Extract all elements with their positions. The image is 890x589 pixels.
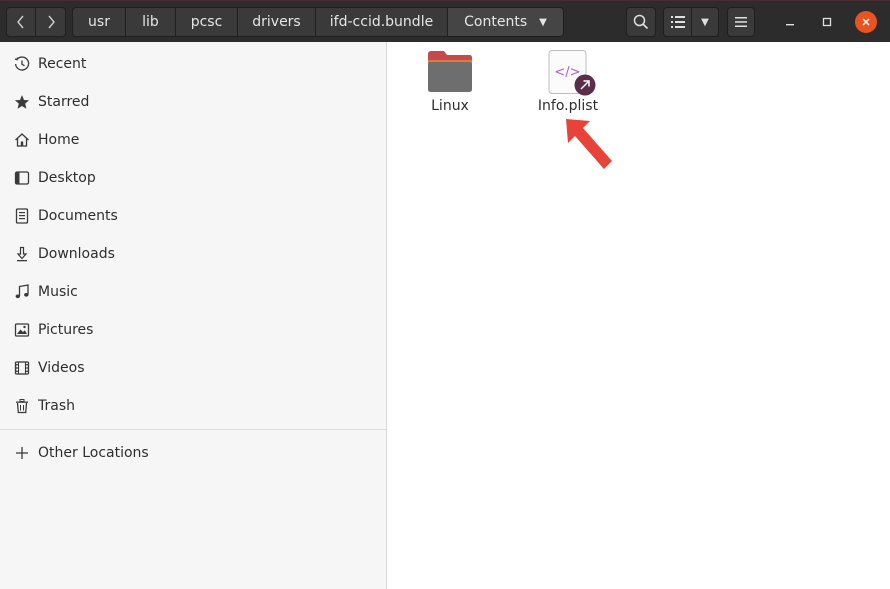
file-name: Linux	[431, 98, 469, 114]
sidebar-item-label: Other Locations	[38, 445, 149, 461]
sidebar-item-music[interactable]: Music	[0, 273, 386, 311]
crumb-pcsc[interactable]: pcsc	[176, 7, 238, 37]
clock-icon	[13, 55, 31, 73]
crumb-label: lib	[142, 14, 159, 30]
crumb-label: ifd-ccid.bundle	[329, 14, 434, 30]
history-nav	[6, 7, 66, 37]
annotation-arrow-icon	[566, 119, 612, 169]
search-button[interactable]	[626, 7, 656, 37]
close-button[interactable]	[855, 11, 877, 33]
file-view: Linux </> Info.plist	[388, 42, 890, 589]
sidebar-item-label: Videos	[38, 360, 85, 376]
video-icon	[13, 359, 31, 377]
star-icon	[13, 93, 31, 111]
view-options-button[interactable]: ▼	[692, 8, 718, 36]
sidebar-item-documents[interactable]: Documents	[0, 197, 386, 235]
list-view-button[interactable]	[664, 8, 692, 36]
sidebar-item-label: Documents	[38, 208, 118, 224]
symlink-arrow-icon	[574, 74, 596, 96]
sidebar-item-label: Music	[38, 284, 78, 300]
sidebar-item-pictures[interactable]: Pictures	[0, 311, 386, 349]
sidebar-item-trash[interactable]: Trash	[0, 387, 386, 425]
search-icon	[633, 14, 649, 30]
forward-button[interactable]	[36, 7, 66, 37]
list-view-icon	[670, 16, 685, 28]
sidebar-item-label: Desktop	[38, 170, 96, 186]
menu-button[interactable]	[727, 7, 755, 37]
sidebar-item-label: Pictures	[38, 322, 94, 338]
chevron-right-icon	[47, 15, 55, 29]
maximize-icon	[822, 17, 832, 27]
crumb-label: drivers	[252, 14, 301, 30]
places-sidebar: Recent Starred Home Desktop Documents Do…	[0, 42, 387, 589]
crumb-contents[interactable]: Contents ▼	[448, 7, 564, 37]
crumb-drivers[interactable]: drivers	[238, 7, 316, 37]
sidebar-item-label: Recent	[38, 56, 87, 72]
sidebar-item-label: Downloads	[38, 246, 115, 262]
sidebar-item-recent[interactable]: Recent	[0, 45, 386, 83]
music-icon	[13, 283, 31, 301]
sidebar-item-label: Starred	[38, 94, 90, 110]
crumb-label: usr	[88, 14, 110, 30]
folder-icon	[428, 51, 472, 92]
trash-icon	[13, 397, 31, 415]
file-item-info-plist[interactable]: </> Info.plist	[518, 50, 618, 114]
close-icon	[862, 18, 870, 26]
sidebar-item-label: Trash	[38, 398, 75, 414]
crumb-label: pcsc	[190, 14, 223, 30]
crumb-usr[interactable]: usr	[72, 7, 126, 37]
desktop-icon	[13, 169, 31, 187]
sidebar-item-desktop[interactable]: Desktop	[0, 159, 386, 197]
file-item-linux[interactable]: Linux	[400, 50, 500, 114]
minimize-button[interactable]	[777, 9, 803, 35]
sidebar-item-downloads[interactable]: Downloads	[0, 235, 386, 273]
view-toggle-group: ▼	[663, 7, 719, 37]
plus-icon	[13, 444, 31, 462]
crumb-ifd-ccid-bundle[interactable]: ifd-ccid.bundle	[316, 7, 448, 37]
sidebar-item-videos[interactable]: Videos	[0, 349, 386, 387]
sidebar-item-home[interactable]: Home	[0, 121, 386, 159]
maximize-button[interactable]	[814, 9, 840, 35]
file-name: Info.plist	[537, 98, 599, 114]
crumb-lib[interactable]: lib	[126, 7, 176, 37]
sidebar-item-other-locations[interactable]: Other Locations	[0, 434, 386, 472]
minimize-icon	[786, 24, 794, 26]
sidebar-divider	[0, 429, 386, 430]
back-button[interactable]	[6, 7, 36, 37]
caret-down-icon[interactable]: ▼	[539, 17, 547, 28]
sidebar-item-starred[interactable]: Starred	[0, 83, 386, 121]
caret-down-icon: ▼	[701, 16, 709, 28]
picture-icon	[13, 321, 31, 339]
hamburger-icon	[735, 17, 747, 27]
sidebar-item-label: Home	[38, 132, 80, 148]
crumb-label: Contents	[464, 14, 528, 30]
document-icon	[13, 207, 31, 225]
breadcrumb: usr lib pcsc drivers ifd-ccid.bundle Con…	[72, 7, 564, 37]
home-icon	[13, 131, 31, 149]
chevron-left-icon	[17, 15, 24, 29]
download-icon	[13, 245, 31, 263]
header-bar: usr lib pcsc drivers ifd-ccid.bundle Con…	[0, 0, 890, 42]
file-thumbnail: </>	[544, 50, 596, 96]
